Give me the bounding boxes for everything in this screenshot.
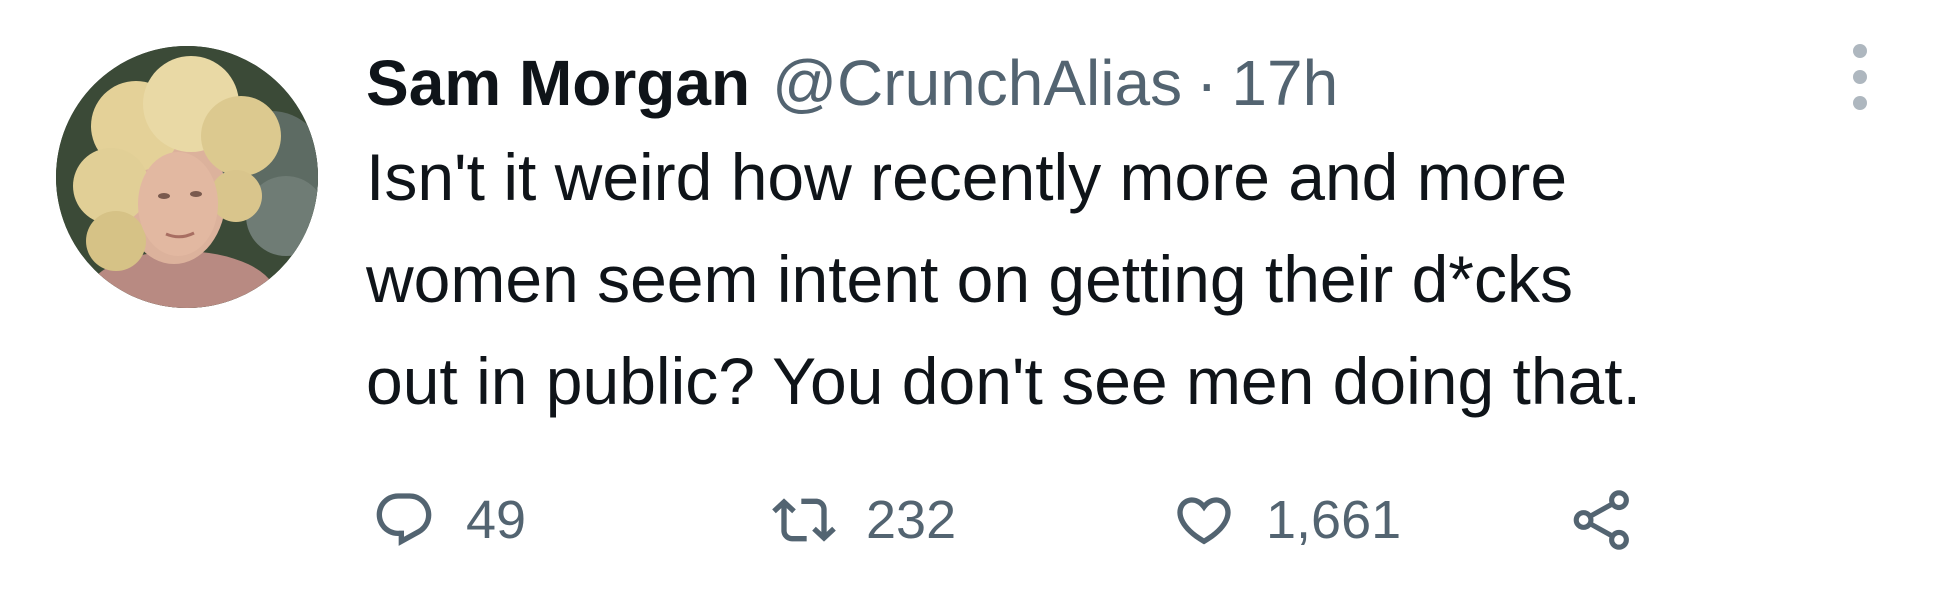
like-count: 1,661 bbox=[1266, 490, 1402, 550]
retweet-icon bbox=[772, 498, 836, 542]
reply-count: 49 bbox=[466, 490, 527, 550]
tweet-actions: 49 232 1,661 bbox=[372, 480, 1636, 560]
tweet-content: Sam Morgan @CrunchAlias · 17h Isn't it w… bbox=[366, 40, 1866, 432]
retweet-button[interactable]: 232 bbox=[772, 488, 1172, 552]
header-separator: · bbox=[1196, 47, 1218, 119]
avatar[interactable] bbox=[56, 46, 318, 308]
avatar-photo bbox=[56, 46, 318, 308]
heart-icon bbox=[1177, 497, 1231, 545]
tweet-text-line: women seem intent on getting their d*cks bbox=[366, 242, 1573, 316]
tweet-text: Isn't it weird how recently more and mor… bbox=[366, 126, 1886, 432]
retweet-count: 232 bbox=[866, 490, 957, 550]
tweet-text-line: Isn't it weird how recently more and mor… bbox=[366, 140, 1568, 214]
more-dot-icon bbox=[1853, 96, 1867, 110]
share-button[interactable] bbox=[1568, 486, 1636, 554]
reply-icon bbox=[376, 493, 432, 546]
more-dot-icon bbox=[1853, 70, 1867, 84]
author-handle[interactable]: @CrunchAlias bbox=[772, 40, 1182, 126]
more-options-button[interactable] bbox=[1840, 44, 1880, 110]
reply-button[interactable]: 49 bbox=[372, 488, 772, 552]
tweet-header: Sam Morgan @CrunchAlias · 17h bbox=[366, 40, 1866, 126]
like-button[interactable]: 1,661 bbox=[1172, 488, 1568, 552]
tweet-timestamp[interactable]: 17h bbox=[1231, 40, 1338, 126]
tweet-text-line: out in public? You don't see men doing t… bbox=[366, 344, 1641, 418]
tweet-card[interactable]: Sam Morgan @CrunchAlias · 17h Isn't it w… bbox=[0, 0, 1952, 600]
author-name[interactable]: Sam Morgan bbox=[366, 40, 750, 126]
share-icon bbox=[1573, 490, 1629, 550]
more-dot-icon bbox=[1853, 44, 1867, 58]
